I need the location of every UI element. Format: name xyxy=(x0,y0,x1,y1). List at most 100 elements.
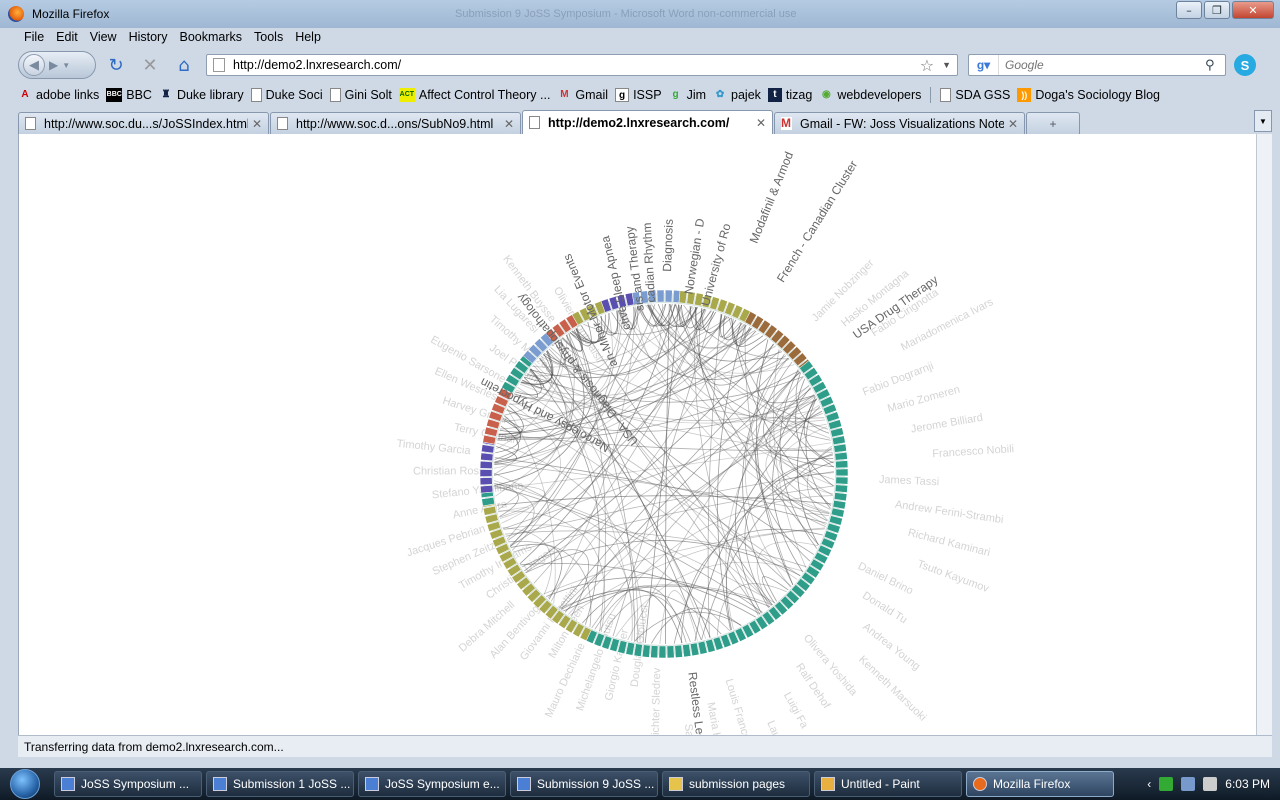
network-icon[interactable] xyxy=(1181,777,1196,791)
close-tab-icon[interactable]: ✕ xyxy=(756,116,766,130)
bookmark-gini-solt[interactable]: Gini Solt xyxy=(329,88,392,102)
bookmark-jim[interactable]: g Jim xyxy=(669,88,707,102)
ring-node xyxy=(682,643,692,658)
tab-gmail[interactable]: M Gmail - FW: Joss Visualizations Note...… xyxy=(774,112,1025,134)
tab-strip: http://www.soc.du...s/JoSSIndex.html ✕ ht… xyxy=(18,110,1272,134)
bookmark-dogas-sociology-blog[interactable]: )) Doga's Sociology Blog xyxy=(1017,88,1160,102)
gmail-icon: M xyxy=(560,89,569,100)
navigation-toolbar: ◀ ▶ ▼ ↻ ✕ ⌂ ☆ ▼ g▾ ⚲ S xyxy=(18,48,1272,82)
bookmark-affect-control-theory[interactable]: ACT Affect Control Theory ... xyxy=(398,88,550,102)
status-bar: Transferring data from demo2.lnxresearch… xyxy=(18,735,1272,757)
security-shield-icon[interactable] xyxy=(1159,777,1174,791)
start-button[interactable] xyxy=(0,768,50,800)
bookmark-duke-library[interactable]: ♜ Duke library xyxy=(159,88,243,102)
search-icon[interactable]: ⚲ xyxy=(1205,58,1225,73)
new-tab-button[interactable]: + xyxy=(1026,112,1080,134)
google-engine-icon[interactable]: g▾ xyxy=(969,55,999,75)
network-visualization[interactable]: Jamie NobzingerHasko MontagnaFabio Cirig… xyxy=(19,134,1256,735)
ring-node xyxy=(666,645,675,659)
author-name-label: Maria Hening xyxy=(704,701,728,735)
maximize-button[interactable]: ❐ xyxy=(1204,1,1230,19)
author-name-label: Jerome Billiard xyxy=(910,412,984,436)
url-bar[interactable]: ☆ ▼ xyxy=(206,54,958,76)
paint-icon xyxy=(821,777,835,791)
minimize-button[interactable]: – xyxy=(1176,1,1202,19)
cluster-label: Diagnosis xyxy=(660,219,676,272)
author-name-label: James Tassi xyxy=(879,474,940,488)
tab-demo2[interactable]: http://demo2.lnxresearch.com/✕ xyxy=(522,110,773,134)
tab-joss-index[interactable]: http://www.soc.du...s/JoSSIndex.html ✕ xyxy=(18,112,269,134)
close-tab-icon[interactable]: ✕ xyxy=(1008,117,1018,131)
bookmark-star-icon[interactable]: ☆ xyxy=(920,56,934,75)
forward-button[interactable]: ▶ xyxy=(49,58,58,72)
history-dropdown-icon[interactable]: ▼ xyxy=(62,61,70,70)
url-input[interactable] xyxy=(233,58,920,72)
ring-node xyxy=(658,645,667,659)
bookmark-duke-soci[interactable]: Duke Soci xyxy=(250,88,323,102)
gmail-icon: M xyxy=(781,116,792,130)
issp-icon: g xyxy=(615,88,630,102)
menu-help[interactable]: Help xyxy=(289,28,327,48)
volume-muted-icon[interactable] xyxy=(1203,777,1218,791)
home-icon[interactable]: ⌂ xyxy=(170,51,198,79)
ring-node xyxy=(479,460,493,469)
bookmarks-toolbar: Aadobe links BBC BBC ♜ Duke library Duke S… xyxy=(18,84,1160,106)
taskbar-item-submission-9[interactable]: Submission 9 JoSS ... xyxy=(510,771,658,797)
ring-node xyxy=(834,451,848,461)
bookmark-issp[interactable]: g ISSP xyxy=(615,88,662,102)
url-dropdown-icon[interactable]: ▼ xyxy=(942,60,951,70)
system-tray: ‹ 6:03 PM xyxy=(1147,777,1280,791)
menu-tools[interactable]: Tools xyxy=(248,28,289,48)
back-button[interactable]: ◀ xyxy=(23,54,45,76)
skype-icon[interactable]: S xyxy=(1234,54,1256,76)
word-icon xyxy=(61,777,75,791)
reload-icon[interactable]: ↻ xyxy=(102,51,130,79)
bookmark-gmail[interactable]: M Gmail xyxy=(557,88,608,102)
bookmark-tizag[interactable]: t tizag xyxy=(767,88,812,102)
menu-bookmarks[interactable]: Bookmarks xyxy=(173,28,248,48)
menu-view[interactable]: View xyxy=(84,28,123,48)
taskbar-item-submission-1[interactable]: Submission 1 JoSS ... xyxy=(206,771,354,797)
menu-file[interactable]: File xyxy=(18,28,50,48)
bookmark-pajek[interactable]: ✿ pajek xyxy=(713,88,761,102)
search-bar[interactable]: g▾ ⚲ xyxy=(968,54,1226,76)
windows-taskbar: JoSS Symposium ... Submission 1 JoSS ...… xyxy=(0,768,1280,800)
page-icon xyxy=(250,88,262,102)
vertical-scrollbar[interactable] xyxy=(1256,134,1272,735)
close-button[interactable]: ✕ xyxy=(1232,1,1274,19)
author-name-label: Louis Franceschi xyxy=(723,677,758,735)
ring-node xyxy=(835,468,849,477)
bbc-icon: BBC xyxy=(106,88,123,102)
tab-subno9[interactable]: http://www.soc.d...ons/SubNo9.html ✕ xyxy=(270,112,521,134)
title-bar: Mozilla Firefox Submission 9 JoSS Sympos… xyxy=(0,0,1280,28)
page-icon xyxy=(277,117,288,130)
author-name-label: Richard Kaminari xyxy=(907,527,992,559)
bookmark-sda-gss[interactable]: SDA GSS xyxy=(940,88,1010,102)
tab-list-button[interactable]: ▼ xyxy=(1254,110,1272,132)
tray-expand-icon[interactable]: ‹ xyxy=(1147,777,1151,791)
firefox-icon xyxy=(973,777,987,791)
close-tab-icon[interactable]: ✕ xyxy=(252,117,262,131)
author-name-label: Tsuto Kayumov xyxy=(916,558,991,595)
cluster-label: Modafinil & Armod xyxy=(747,150,796,246)
bookmark-adobe-links[interactable]: Aadobe links xyxy=(18,88,99,102)
clock[interactable]: 6:03 PM xyxy=(1225,777,1270,791)
taskbar-item-joss-symposium-2[interactable]: JoSS Symposium e... xyxy=(358,771,506,797)
search-input[interactable] xyxy=(999,58,1205,72)
ring-node xyxy=(480,452,494,462)
taskbar-item-submission-pages[interactable]: submission pages xyxy=(662,771,810,797)
bookmark-webdevelopers[interactable]: ◉ webdevelopers xyxy=(819,88,921,102)
jim-icon: g xyxy=(672,89,679,100)
close-tab-icon[interactable]: ✕ xyxy=(504,117,514,131)
stop-icon[interactable]: ✕ xyxy=(136,51,164,79)
bookmark-bbc[interactable]: BBC BBC xyxy=(106,88,152,102)
taskbar-item-firefox[interactable]: Mozilla Firefox xyxy=(966,771,1114,797)
menu-edit[interactable]: Edit xyxy=(50,28,84,48)
menu-history[interactable]: History xyxy=(123,28,174,48)
windows-logo-icon xyxy=(10,769,40,799)
page-icon xyxy=(213,58,225,72)
ring-node xyxy=(479,469,493,477)
taskbar-item-joss-symposium-1[interactable]: JoSS Symposium ... xyxy=(54,771,202,797)
ring-node xyxy=(664,289,673,303)
taskbar-item-paint[interactable]: Untitled - Paint xyxy=(814,771,962,797)
